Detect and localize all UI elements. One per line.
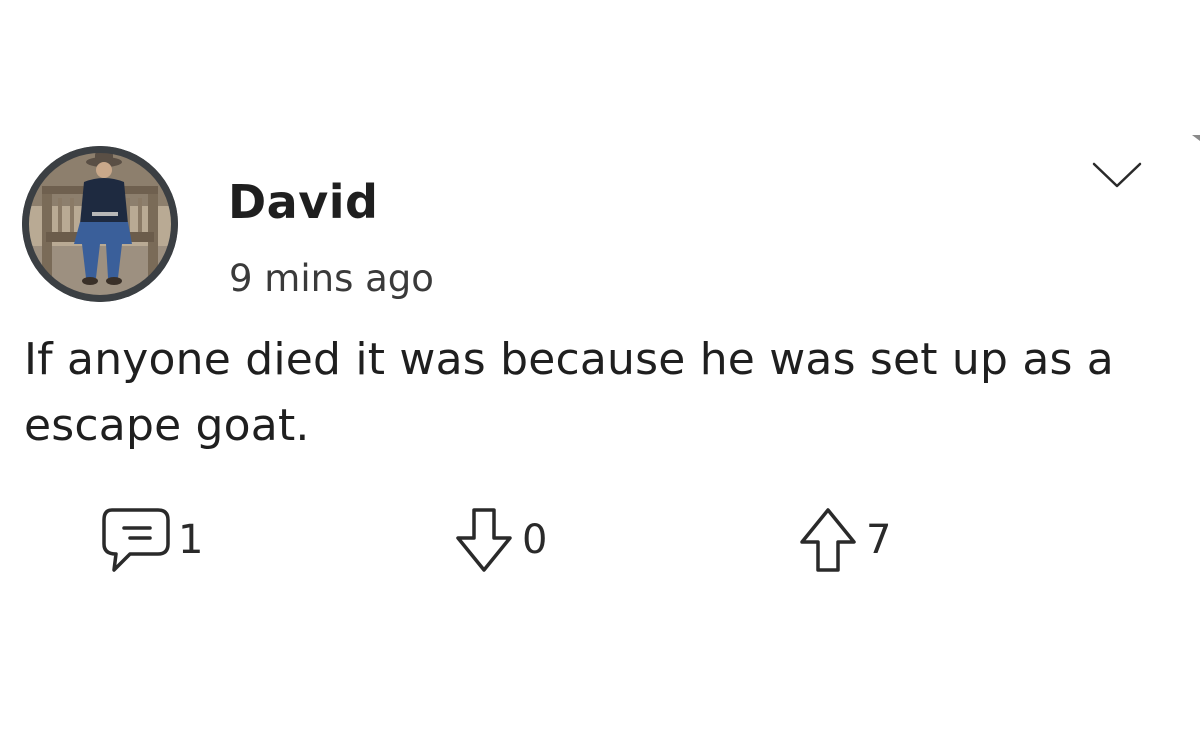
author-name[interactable]: David: [228, 172, 378, 232]
arrow-up-icon: [800, 508, 856, 572]
upvote-count: 7: [866, 517, 892, 563]
reply-button[interactable]: 1: [96, 500, 203, 580]
comment-card: David 9 mins ago If anyone died it was b…: [0, 0, 1200, 732]
reply-count: 1: [178, 517, 204, 563]
avatar[interactable]: [22, 146, 178, 302]
upvote-button[interactable]: 7: [792, 500, 891, 580]
arrow-down-icon: [456, 508, 512, 572]
downvote-count: 0: [522, 517, 548, 563]
comment-timestamp: 9 mins ago: [229, 257, 434, 300]
avatar-photo-icon: [22, 146, 178, 302]
comment-bubble-icon: [102, 508, 170, 572]
downvote-button[interactable]: 0: [448, 500, 547, 580]
corner-edge-mark: [1190, 130, 1200, 141]
comment-text: If anyone died it was because he was set…: [24, 334, 1114, 451]
chevron-down-icon[interactable]: [1090, 158, 1144, 192]
